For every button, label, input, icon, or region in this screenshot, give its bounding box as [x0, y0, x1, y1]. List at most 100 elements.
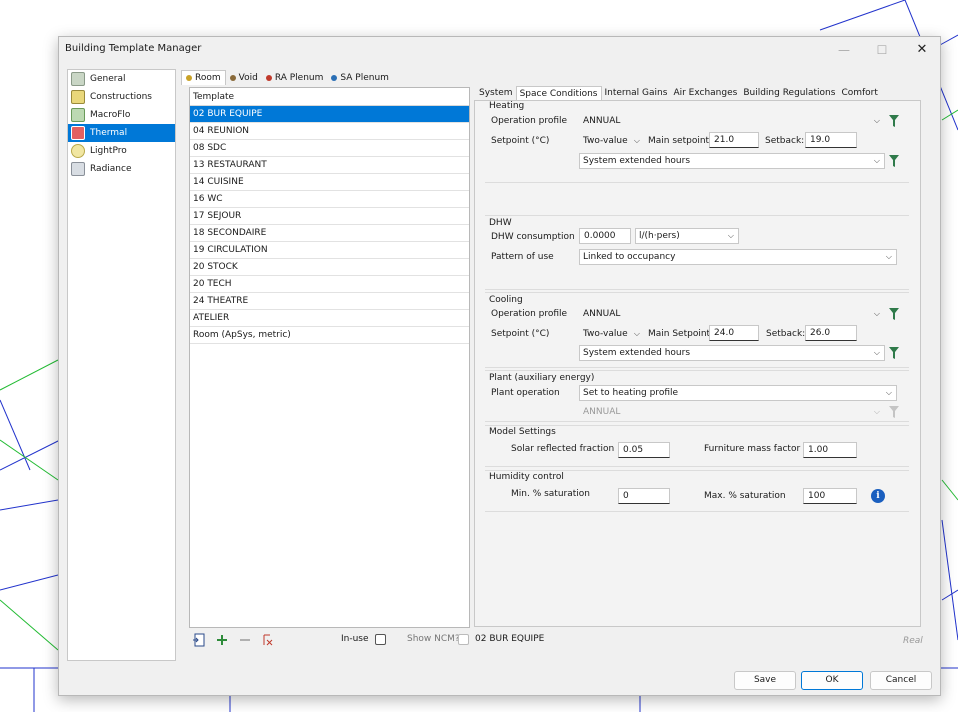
table-row[interactable]: 20 STOCK [190, 259, 469, 276]
filter-icon[interactable] [888, 154, 900, 168]
in-use-label: In-use [341, 634, 369, 644]
cooling-setpoint-label: Setpoint (°C) [491, 329, 550, 339]
in-use-checkbox[interactable] [375, 634, 386, 645]
space-conditions-panel: Heating Operation profile ANNUAL ⌵ Setpo… [474, 100, 921, 627]
content-tabs: System Space Conditions Internal Gains A… [476, 86, 881, 100]
heating-main-setpoint-input[interactable]: 21.0 [709, 132, 759, 148]
cooling-setback-input[interactable]: 26.0 [805, 325, 857, 341]
filter-icon[interactable] [888, 346, 900, 360]
heating-setpoint-type-select[interactable]: Two-value ⌵ [579, 133, 645, 149]
dhw-pattern-select[interactable]: Linked to occupancy ⌵ [579, 249, 897, 265]
humidity-group: Humidity control Min. % saturation 0 Max… [485, 470, 909, 512]
table-row[interactable]: 02 BUR EQUIPE [190, 106, 469, 123]
heating-op-profile-select[interactable]: ANNUAL ⌵ [579, 113, 885, 129]
minimize-button[interactable]: — [829, 40, 859, 60]
table-row[interactable]: Room (ApSys, metric) [190, 327, 469, 344]
plant-title: Plant (auxiliary energy) [489, 373, 595, 383]
show-ncm-checkbox[interactable] [458, 634, 469, 645]
radiance-icon [71, 162, 85, 176]
plant-operation-label: Plant operation [491, 388, 560, 398]
heating-setpoint-label: Setpoint (°C) [491, 136, 550, 146]
thermal-icon [71, 126, 85, 140]
nav-item-lightpro[interactable]: LightPro [68, 142, 175, 160]
sa-plenum-icon [331, 74, 338, 81]
dhw-consumption-label: DHW consumption [491, 232, 575, 242]
remove-icon[interactable] [238, 633, 252, 647]
cooling-op-profile-select[interactable]: ANNUAL ⌵ [579, 306, 885, 322]
table-row[interactable]: 14 CUISINE [190, 174, 469, 191]
cooling-group: Cooling Operation profile ANNUAL ⌵ Setpo… [485, 292, 909, 368]
nav-item-thermal[interactable]: Thermal [68, 124, 175, 142]
table-row[interactable]: 17 SEJOUR [190, 208, 469, 225]
template-list: Template 02 BUR EQUIPE 04 REUNION 08 SDC… [189, 87, 470, 628]
info-icon[interactable]: i [871, 489, 885, 503]
cancel-button[interactable]: Cancel [870, 671, 932, 690]
filter-icon[interactable] [888, 405, 900, 419]
cooling-setback-profile-select[interactable]: System extended hours ⌵ [579, 345, 885, 361]
add-icon[interactable] [215, 633, 229, 647]
tab-void[interactable]: Void [226, 70, 262, 85]
tab-ra-plenum[interactable]: RA Plenum [262, 70, 328, 85]
nav-item-label: Thermal [90, 128, 128, 138]
tab-building-regulations[interactable]: Building Regulations [740, 86, 838, 100]
tab-label: SA Plenum [340, 72, 389, 83]
left-nav: General Constructions MacroFlo Thermal L… [67, 69, 176, 661]
ok-button[interactable]: OK [801, 671, 863, 690]
tab-internal-gains[interactable]: Internal Gains [602, 86, 671, 100]
min-saturation-input[interactable]: 0 [618, 488, 670, 504]
dhw-unit-select[interactable]: l/(h·pers) ⌵ [635, 228, 739, 244]
table-row[interactable]: 24 THEATRE [190, 293, 469, 310]
title-bar: Building Template Manager — ☐ ✕ [59, 37, 940, 63]
table-row[interactable]: 08 SDC [190, 140, 469, 157]
tab-system[interactable]: System [476, 86, 516, 100]
table-row[interactable]: 16 WC [190, 191, 469, 208]
dhw-group: DHW DHW consumption 0.0000 l/(h·pers) ⌵ … [485, 215, 909, 290]
dhw-consumption-input[interactable]: 0.0000 [579, 228, 631, 244]
room-icon [186, 75, 192, 81]
table-row[interactable]: ATELIER [190, 310, 469, 327]
cooling-setpoint-type-select[interactable]: Two-value ⌵ [579, 326, 645, 342]
tab-air-exchanges[interactable]: Air Exchanges [670, 86, 740, 100]
save-button[interactable]: Save [734, 671, 796, 690]
building-icon [71, 72, 85, 86]
max-saturation-input[interactable]: 100 [803, 488, 857, 504]
select-value: ANNUAL [583, 407, 621, 417]
tab-comfort[interactable]: Comfort [838, 86, 880, 100]
edit-tool-icon[interactable] [261, 633, 275, 647]
heating-setback-profile-select[interactable]: System extended hours ⌵ [579, 153, 885, 169]
furniture-mass-input[interactable]: 1.00 [803, 442, 857, 458]
plant-operation-select[interactable]: Set to heating profile ⌵ [579, 385, 897, 401]
solar-reflected-input[interactable]: 0.05 [618, 442, 670, 458]
nav-item-radiance[interactable]: Radiance [68, 160, 175, 178]
chevron-down-icon: ⌵ [633, 136, 640, 145]
template-toolbar: In-use Show NCM? 02 BUR EQUIPE [189, 631, 949, 651]
room-type-tabs: Room Void RA Plenum SA Plenum [181, 70, 393, 85]
filter-icon[interactable] [888, 307, 900, 321]
tab-room[interactable]: Room [181, 70, 226, 85]
table-row[interactable]: 20 TECH [190, 276, 469, 293]
cooling-main-setpoint-input[interactable]: 24.0 [709, 325, 759, 341]
nav-item-constructions[interactable]: Constructions [68, 88, 175, 106]
table-row[interactable]: 13 RESTAURANT [190, 157, 469, 174]
dhw-pattern-label: Pattern of use [491, 252, 554, 262]
filter-icon[interactable] [888, 114, 900, 128]
nav-item-macroflo[interactable]: MacroFlo [68, 106, 175, 124]
tab-space-conditions[interactable]: Space Conditions [515, 86, 602, 100]
macroflo-icon [71, 108, 85, 122]
tab-sa-plenum[interactable]: SA Plenum [327, 70, 393, 85]
table-row[interactable]: 18 SECONDAIRE [190, 225, 469, 242]
nav-item-general[interactable]: General [68, 70, 175, 88]
heating-setback-input[interactable]: 19.0 [805, 132, 857, 148]
heating-group: Heating Operation profile ANNUAL ⌵ Setpo… [485, 99, 909, 183]
import-icon[interactable] [192, 633, 206, 647]
table-row[interactable]: 04 REUNION [190, 123, 469, 140]
maximize-button[interactable]: ☐ [867, 40, 897, 60]
plant-profile-select[interactable]: ANNUAL ⌵ [579, 404, 885, 420]
chevron-down-icon: ⌵ [873, 348, 880, 357]
model-settings-title: Model Settings [489, 427, 556, 437]
table-row[interactable]: 19 CIRCULATION [190, 242, 469, 259]
select-value: Two-value [583, 329, 628, 339]
cooling-title: Cooling [489, 295, 523, 305]
humidity-title: Humidity control [489, 472, 564, 482]
close-button[interactable]: ✕ [907, 40, 937, 60]
